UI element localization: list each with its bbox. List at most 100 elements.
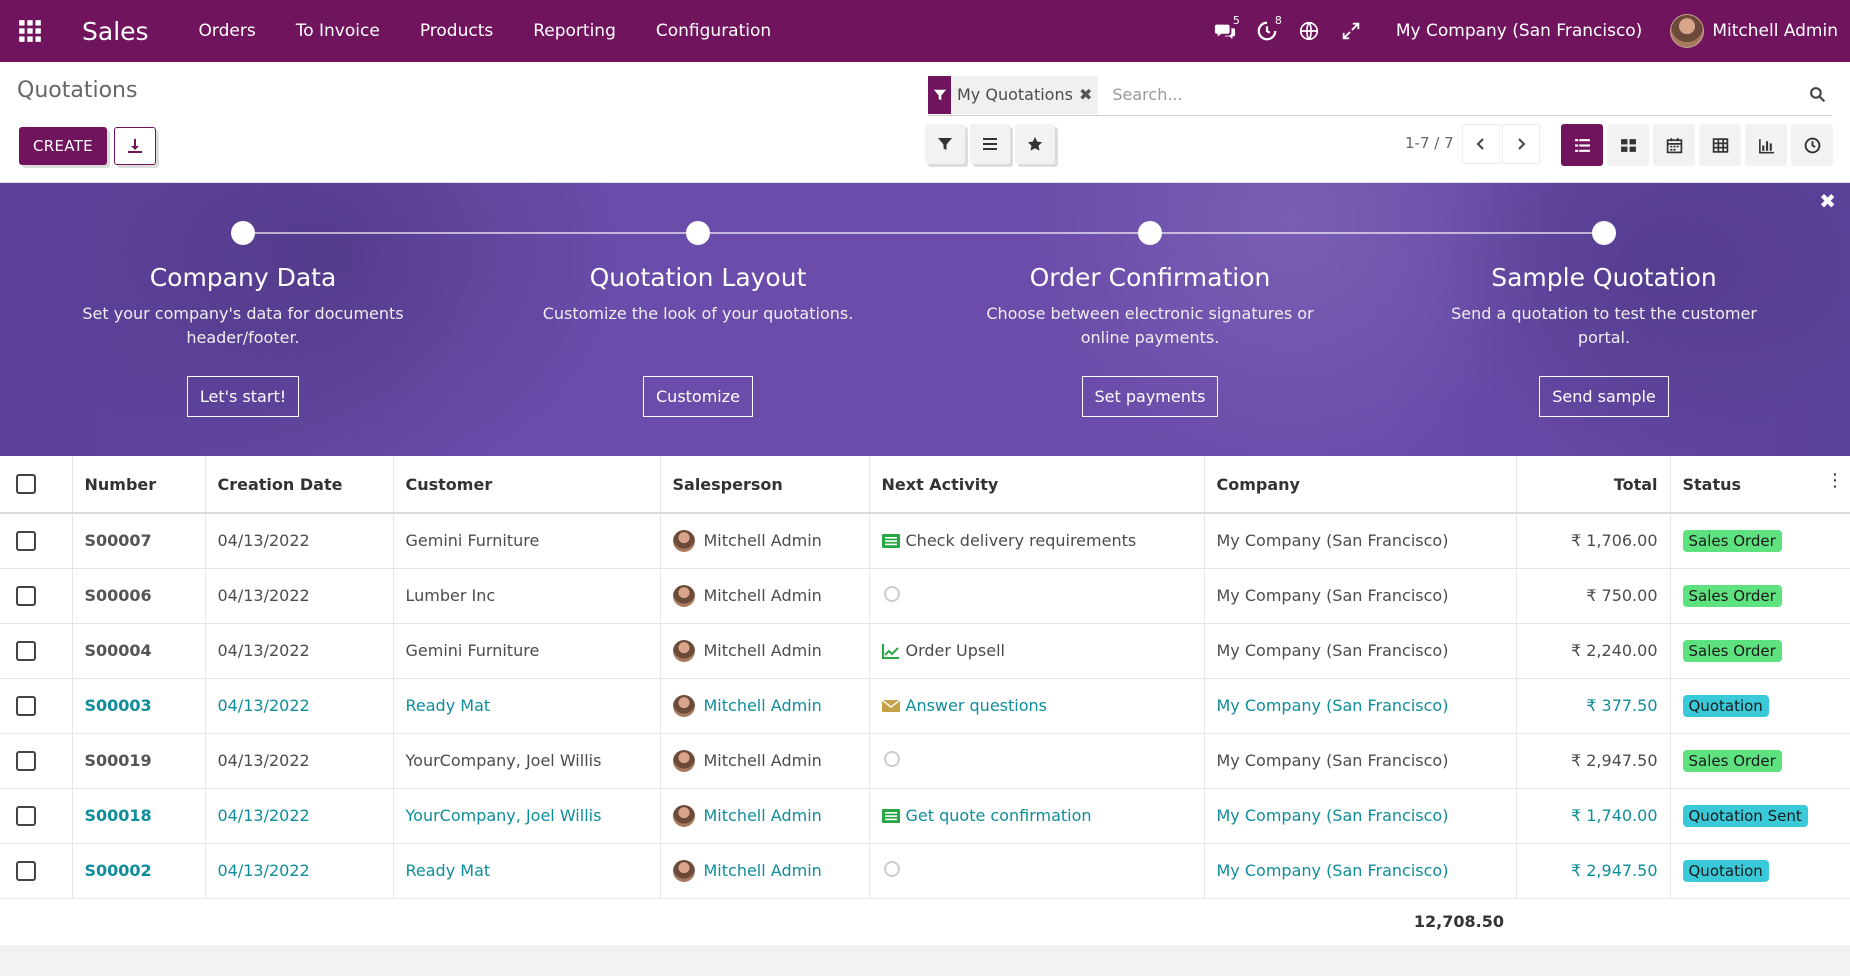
facet-remove-icon[interactable]: ✖: [1079, 85, 1092, 104]
column-status[interactable]: Status: [1670, 456, 1850, 514]
row-checkbox[interactable]: [0, 568, 73, 624]
clock-icon[interactable]: [883, 860, 900, 877]
table-row[interactable]: S00019 04/13/2022 YourCompany, Joel Will…: [0, 733, 1850, 789]
step-description: Customize the look of your quotations.: [542, 304, 854, 323]
status-cell: Quotation: [1670, 678, 1850, 734]
kanban-view-button[interactable]: [1607, 124, 1649, 166]
activity-summary: Order Upsell: [905, 641, 1006, 660]
salesperson-avatar: [672, 529, 695, 552]
row-checkbox[interactable]: [0, 788, 73, 844]
salesperson-avatar: [672, 804, 695, 827]
menu-to-invoice[interactable]: To Invoice: [296, 21, 380, 41]
quotation-number: S00006: [72, 568, 206, 624]
activities-button[interactable]: 8: [1246, 0, 1288, 62]
next-activity-cell: [869, 568, 1205, 624]
expand-icon: [1342, 22, 1360, 40]
table-row[interactable]: S00006 04/13/2022 Lumber Inc Mitchell Ad…: [0, 568, 1850, 624]
app-brand[interactable]: Sales: [82, 17, 149, 46]
step-dot-2: [686, 221, 710, 245]
order-total: ₹ 2,947.50: [1516, 843, 1671, 899]
close-banner-icon[interactable]: ✖: [1819, 189, 1836, 213]
list-view-button[interactable]: [1561, 124, 1603, 166]
menu-reporting[interactable]: Reporting: [533, 21, 616, 41]
row-checkbox[interactable]: [0, 513, 73, 569]
customer-name: YourCompany, Joel Willis: [393, 733, 661, 789]
status-badge: Sales Order: [1682, 639, 1782, 662]
select-all-checkbox[interactable]: [0, 456, 73, 514]
user-menu[interactable]: Mitchell Admin: [1670, 14, 1838, 48]
search-icon[interactable]: [1802, 80, 1832, 110]
menu-configuration[interactable]: Configuration: [656, 21, 771, 41]
next-activity-cell: Get quote confirmation: [869, 788, 1205, 844]
search-input[interactable]: [1112, 85, 1802, 104]
view-switcher: [1561, 124, 1837, 166]
column-customer[interactable]: Customer: [393, 456, 661, 514]
activity-view-button[interactable]: [1791, 124, 1833, 166]
envelope-icon[interactable]: [881, 698, 900, 714]
activities-count: 8: [1274, 14, 1282, 27]
graph-view-button[interactable]: [1745, 124, 1787, 166]
facet-filter-icon: [928, 75, 951, 114]
status-badge: Quotation: [1682, 859, 1769, 882]
customize-button[interactable]: Customize: [643, 376, 753, 417]
company-switcher[interactable]: My Company (San Francisco): [1396, 21, 1642, 41]
lets-start-button[interactable]: Let's start!: [186, 376, 300, 417]
create-button[interactable]: CREATE: [19, 127, 107, 165]
filter-facet[interactable]: My Quotations ✖: [928, 75, 1099, 114]
status-badge: Sales Order: [1682, 749, 1782, 772]
customer-name: Lumber Inc: [393, 568, 661, 624]
todo-list-icon[interactable]: [881, 808, 900, 824]
quotation-number: S00007: [72, 513, 206, 569]
messages-button[interactable]: 5: [1204, 0, 1246, 62]
company-name: My Company (San Francisco): [1204, 843, 1517, 899]
activity-summary: Check delivery requirements: [905, 531, 1137, 551]
pager-next[interactable]: [1502, 124, 1540, 164]
step-description: Choose between electronic signatures or …: [986, 304, 1314, 347]
salesperson-name: Mitchell Admin: [703, 641, 822, 660]
status-cell: Sales Order: [1670, 623, 1850, 679]
pager-previous[interactable]: [1462, 124, 1500, 164]
export-button[interactable]: [114, 127, 156, 165]
row-checkbox[interactable]: [0, 623, 73, 679]
row-checkbox[interactable]: [0, 843, 73, 899]
column-salesperson[interactable]: Salesperson: [660, 456, 870, 514]
customer-name: Gemini Furniture: [393, 623, 661, 679]
optional-columns-icon[interactable]: ⋮: [1826, 470, 1844, 491]
next-activity-cell: [869, 843, 1205, 899]
pager-value[interactable]: 1-7 / 7: [1405, 134, 1454, 152]
table-row[interactable]: S00003 04/13/2022 Ready Mat Mitchell Adm…: [0, 678, 1850, 734]
column-creation-date[interactable]: Creation Date: [205, 456, 394, 514]
top-navbar: Sales Orders To Invoice Products Reporti…: [0, 0, 1850, 62]
table-row[interactable]: S00002 04/13/2022 Ready Mat Mitchell Adm…: [0, 843, 1850, 899]
menu-products[interactable]: Products: [420, 21, 493, 41]
column-number[interactable]: Number: [72, 456, 206, 514]
menu-orders[interactable]: Orders: [199, 21, 256, 41]
row-checkbox[interactable]: [0, 733, 73, 789]
filter-icon: [938, 138, 952, 150]
group-by-button[interactable]: [970, 124, 1010, 164]
customer-name: YourCompany, Joel Willis: [393, 788, 661, 844]
clock-icon[interactable]: [883, 585, 900, 602]
filters-button[interactable]: [925, 124, 965, 164]
favorites-button[interactable]: [1015, 124, 1055, 164]
send-sample-button[interactable]: Send sample: [1539, 376, 1669, 417]
fullscreen-button[interactable]: [1330, 0, 1372, 62]
set-payments-button[interactable]: Set payments: [1081, 376, 1219, 417]
step-company-data: Company Data Set your company's data for…: [78, 263, 408, 417]
table-row[interactable]: S00004 04/13/2022 Gemini Furniture Mitch…: [0, 623, 1850, 679]
pivot-view-button[interactable]: [1699, 124, 1741, 166]
column-company[interactable]: Company: [1204, 456, 1517, 514]
calendar-view-button[interactable]: [1653, 124, 1695, 166]
table-row[interactable]: S00018 04/13/2022 YourCompany, Joel Will…: [0, 788, 1850, 844]
column-total[interactable]: Total: [1516, 456, 1671, 514]
column-next-activity[interactable]: Next Activity: [869, 456, 1205, 514]
upsell-chart-icon[interactable]: [881, 643, 900, 659]
row-checkbox[interactable]: [0, 678, 73, 734]
apps-menu-icon[interactable]: [2, 0, 58, 62]
todo-list-icon[interactable]: [881, 533, 900, 549]
table-row[interactable]: S00007 04/13/2022 Gemini Furniture Mitch…: [0, 513, 1850, 569]
support-button[interactable]: [1288, 0, 1330, 62]
clock-icon[interactable]: [883, 750, 900, 767]
next-activity-cell: [869, 733, 1205, 789]
company-name: My Company (San Francisco): [1204, 788, 1517, 844]
